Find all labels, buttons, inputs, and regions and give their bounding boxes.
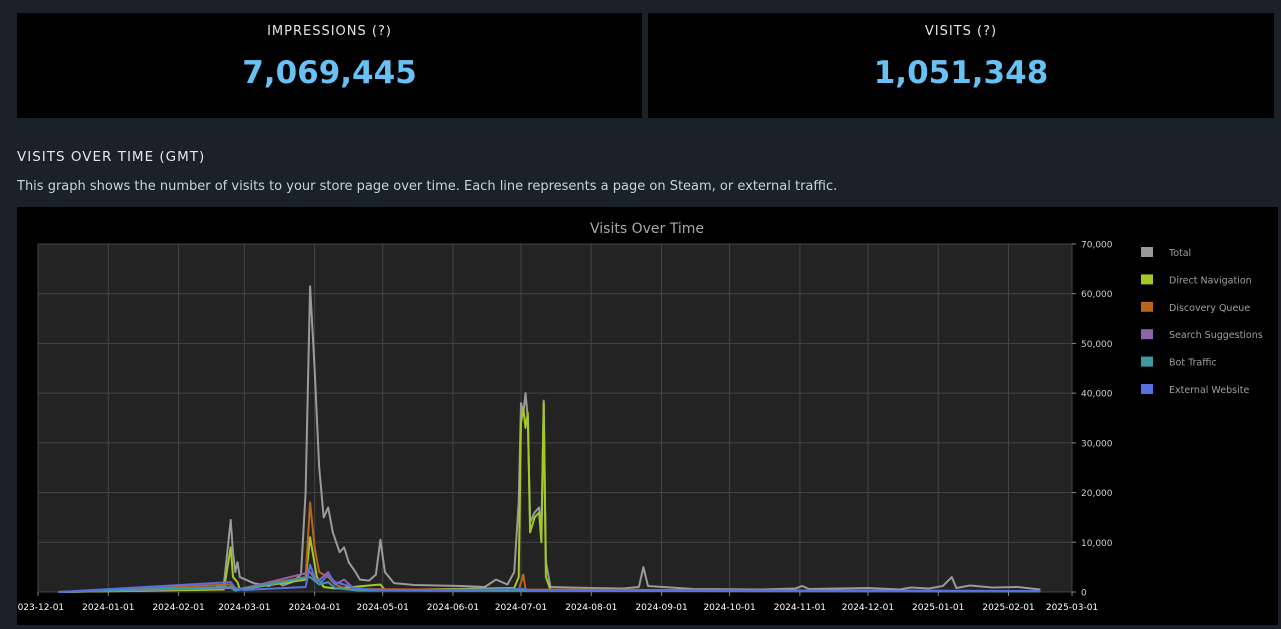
impressions-label[interactable]: IMPRESSIONS (?) <box>17 24 642 39</box>
x-tick-label: 2024-11-01 <box>774 603 826 613</box>
legend-swatch-direct-navigation <box>1141 274 1153 285</box>
legend-swatch-total <box>1141 247 1153 257</box>
x-tick-label: 2024-06-01 <box>427 603 479 613</box>
chart-title: Visits Over Time <box>590 221 704 237</box>
y-tick-label: 70,000 <box>1081 241 1113 251</box>
chart-panel: Visits Over Time 0 10,000 20,000 30,000 40,0… <box>12 207 1278 625</box>
x-tick-label: 2024-03-01 <box>218 603 270 613</box>
legend-label-direct-navigation[interactable]: Direct Navigation <box>1169 275 1252 286</box>
section-title: VISITS OVER TIME (GMT) <box>17 149 206 165</box>
x-tick-label: 2024-10-01 <box>703 603 755 613</box>
x-tick-label: 2023-12-01 <box>17 603 64 613</box>
x-tick-label: 2024-08-01 <box>565 603 617 613</box>
visits-chart[interactable]: Visits Over Time 0 10,000 20,000 30,000 40,0… <box>12 207 1278 625</box>
section-description: This graph shows the number of visits to… <box>17 179 838 194</box>
legend-swatch-bot-traffic <box>1141 356 1153 367</box>
x-tick-label: 2025-01-01 <box>912 603 964 613</box>
impressions-card: IMPRESSIONS (?) 7,069,445 <box>17 13 642 118</box>
legend-swatch-external-website <box>1141 384 1153 394</box>
y-tick-label: 0 <box>1081 589 1087 599</box>
x-tick-label: 2024-04-01 <box>288 603 340 613</box>
x-tick-label: 2024-02-01 <box>152 603 204 613</box>
y-tick-label: 40,000 <box>1081 390 1113 400</box>
x-tick-label: 2025-02-01 <box>982 603 1034 613</box>
legend-swatch-search-suggestions <box>1141 329 1153 340</box>
legend-label-discovery-queue[interactable]: Discovery Queue <box>1169 303 1250 314</box>
plot-area <box>37 243 1073 593</box>
y-tick-label: 10,000 <box>1081 539 1113 549</box>
legend-label-external-website[interactable]: External Website <box>1169 385 1249 396</box>
visits-value: 1,051,348 <box>873 55 1049 91</box>
legend-label-bot-traffic[interactable]: Bot Traffic <box>1169 358 1217 369</box>
y-tick-label: 30,000 <box>1081 439 1113 449</box>
x-tick-label: 2024-05-01 <box>357 603 409 613</box>
y-tick-label: 50,000 <box>1081 340 1113 350</box>
legend: Total Direct Navigation Discovery Queue Sea… <box>1141 247 1263 396</box>
x-tick-label: 2024-12-01 <box>842 603 894 613</box>
x-tick-label: 2024-01-01 <box>82 603 134 613</box>
x-tick-label: 2024-09-01 <box>635 603 687 613</box>
legend-label-search-suggestions[interactable]: Search Suggestions <box>1169 330 1263 341</box>
stat-row: IMPRESSIONS (?) 7,069,445 VISITS (?) 1,0… <box>17 13 1274 118</box>
x-tick-label: 2025-03-01 <box>1046 603 1098 613</box>
y-tick-label: 60,000 <box>1081 290 1113 300</box>
x-tick-label: 2024-07-01 <box>495 603 547 613</box>
impressions-value: 7,069,445 <box>242 55 417 91</box>
visits-label[interactable]: VISITS (?) <box>648 24 1274 39</box>
y-tick-label: 20,000 <box>1081 489 1113 499</box>
legend-swatch-discovery-queue <box>1141 301 1153 312</box>
visits-card: VISITS (?) 1,051,348 <box>648 13 1274 118</box>
legend-label-total[interactable]: Total <box>1168 248 1191 259</box>
